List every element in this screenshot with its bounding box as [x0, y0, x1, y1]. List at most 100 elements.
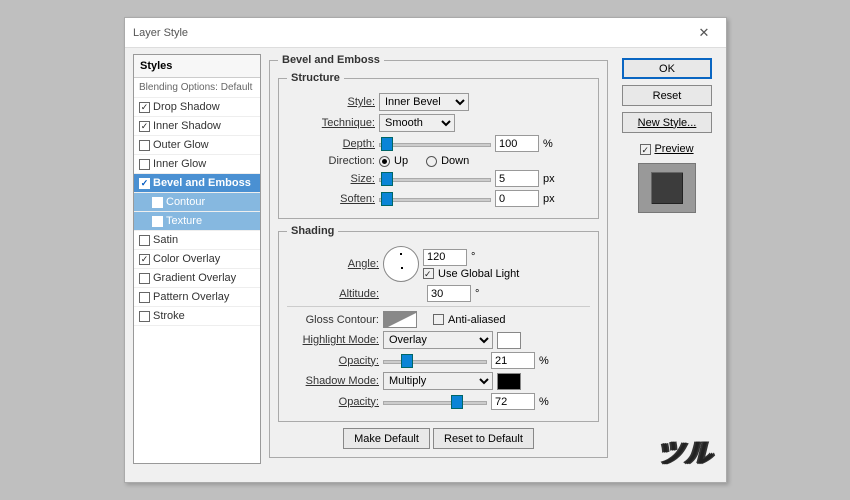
style-row-inner-glow[interactable]: Inner Glow [134, 155, 260, 174]
antialias-label: Anti-aliased [448, 314, 505, 326]
hi-op-pct: % [539, 355, 549, 367]
blending-options[interactable]: Blending Options: Default [134, 78, 260, 98]
style-label: Inner Glow [153, 158, 206, 170]
style-row-drop-shadow[interactable]: Drop Shadow [134, 98, 260, 117]
style-label: Color Overlay [153, 253, 220, 265]
style-row-contour[interactable]: Contour [134, 193, 260, 212]
angle-dial[interactable] [383, 246, 419, 282]
style-row-color-overlay[interactable]: Color Overlay [134, 250, 260, 269]
soften-label: Soften: [287, 193, 375, 205]
size-slider[interactable] [379, 172, 491, 186]
angle-deg: ° [471, 251, 475, 263]
shadow-color-swatch[interactable] [497, 373, 521, 390]
style-label: Stroke [153, 310, 185, 322]
preview-label: Preview [654, 143, 693, 155]
sh-op-pct: % [539, 396, 549, 408]
style-checkbox[interactable] [139, 159, 150, 170]
style-row-stroke[interactable]: Stroke [134, 307, 260, 326]
titlebar: Layer Style ✕ [125, 18, 726, 48]
shadow-opacity-slider[interactable] [383, 395, 487, 409]
style-checkbox[interactable] [152, 197, 163, 208]
style-label: Satin [153, 234, 178, 246]
window-title: Layer Style [133, 27, 188, 39]
styles-list: Styles Blending Options: Default Drop Sh… [133, 54, 261, 464]
highlight-mode-select[interactable]: Overlay [383, 331, 493, 349]
style-checkbox[interactable] [139, 235, 150, 246]
up-label: Up [394, 155, 408, 167]
reset-to-default-button[interactable]: Reset to Default [433, 428, 534, 449]
style-label: Outer Glow [153, 139, 209, 151]
style-label: Inner Shadow [153, 120, 221, 132]
panel-title: Bevel and Emboss [278, 54, 384, 66]
style-row-inner-shadow[interactable]: Inner Shadow [134, 117, 260, 136]
gloss-contour-swatch[interactable] [383, 311, 417, 328]
style-label: Pattern Overlay [153, 291, 229, 303]
direction-up-radio[interactable] [379, 156, 390, 167]
styles-head: Styles [134, 55, 260, 78]
structure-legend: Structure [287, 72, 344, 84]
make-default-button[interactable]: Make Default [343, 428, 430, 449]
style-row-gradient-overlay[interactable]: Gradient Overlay [134, 269, 260, 288]
style-row-bevel-and-emboss[interactable]: Bevel and Emboss [134, 174, 260, 193]
angle-input[interactable] [423, 249, 467, 266]
style-select[interactable]: Inner Bevel [379, 93, 469, 111]
style-checkbox[interactable] [139, 292, 150, 303]
shadow-mode-select[interactable]: Multiply [383, 372, 493, 390]
new-style-button[interactable]: New Style... [622, 112, 712, 133]
gloss-contour-label: Gloss Contour: [287, 314, 379, 326]
watermark-logo: ツル [656, 432, 712, 472]
down-label: Down [441, 155, 469, 167]
depth-input[interactable] [495, 135, 539, 152]
style-checkbox[interactable] [139, 178, 150, 189]
close-icon[interactable]: ✕ [682, 18, 726, 47]
antialias-checkbox[interactable] [433, 314, 444, 325]
style-label: Gradient Overlay [153, 272, 236, 284]
layer-style-dialog: Layer Style ✕ Styles Blending Options: D… [124, 17, 727, 483]
style-row-texture[interactable]: Texture [134, 212, 260, 231]
right-buttons: OK Reset New Style... Preview [616, 54, 718, 464]
preview-checkbox[interactable] [640, 144, 651, 155]
altitude-label: Altitude: [287, 288, 379, 300]
style-label: Drop Shadow [153, 101, 220, 113]
shadow-mode-label: Shadow Mode: [287, 375, 379, 387]
global-light-label[interactable]: Use Global Light [438, 268, 519, 280]
depth-label: Depth: [287, 138, 375, 150]
style-label: Bevel and Emboss [153, 177, 251, 189]
shading-legend: Shading [287, 225, 338, 237]
style-checkbox[interactable] [152, 216, 163, 227]
style-row-outer-glow[interactable]: Outer Glow [134, 136, 260, 155]
shading-group: Shading Angle: ° Use Global Light Altitu… [278, 225, 599, 422]
soften-slider[interactable] [379, 192, 491, 206]
direction-down-radio[interactable] [426, 156, 437, 167]
technique-select[interactable]: Smooth [379, 114, 455, 132]
style-checkbox[interactable] [139, 273, 150, 284]
style-row-pattern-overlay[interactable]: Pattern Overlay [134, 288, 260, 307]
shadow-opacity-label: Opacity: [287, 396, 379, 408]
style-label: Texture [166, 215, 202, 227]
size-input[interactable] [495, 170, 539, 187]
altitude-deg: ° [475, 288, 479, 300]
technique-label: Technique: [287, 117, 375, 129]
depth-slider[interactable] [379, 137, 491, 151]
style-checkbox[interactable] [139, 254, 150, 265]
altitude-input[interactable] [427, 285, 471, 302]
shadow-opacity-input[interactable] [491, 393, 535, 410]
soften-input[interactable] [495, 190, 539, 207]
reset-button[interactable]: Reset [622, 85, 712, 106]
soften-unit: px [543, 193, 555, 205]
depth-unit: % [543, 138, 553, 150]
style-checkbox[interactable] [139, 102, 150, 113]
highlight-opacity-input[interactable] [491, 352, 535, 369]
style-checkbox[interactable] [139, 140, 150, 151]
center-panel: Bevel and Emboss Structure Style: Inner … [267, 54, 610, 464]
direction-label: Direction: [287, 155, 375, 167]
ok-button[interactable]: OK [622, 58, 712, 79]
preview-swatch [651, 172, 683, 204]
style-row-satin[interactable]: Satin [134, 231, 260, 250]
highlight-color-swatch[interactable] [497, 332, 521, 349]
style-label: Style: [287, 96, 375, 108]
style-checkbox[interactable] [139, 121, 150, 132]
highlight-opacity-slider[interactable] [383, 354, 487, 368]
style-checkbox[interactable] [139, 311, 150, 322]
size-label: Size: [287, 173, 375, 185]
